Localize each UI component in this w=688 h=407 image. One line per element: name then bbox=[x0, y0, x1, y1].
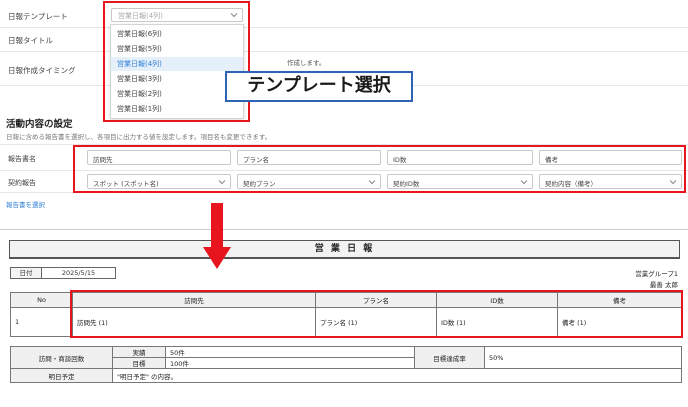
visits-label: 訪問・商談回数 bbox=[10, 346, 113, 369]
rate-label: 目標達成率 bbox=[414, 346, 485, 369]
highlight-template-box bbox=[103, 1, 250, 122]
down-arrow-icon bbox=[203, 203, 231, 269]
actual-label: 実績 bbox=[112, 346, 166, 358]
timing-label: 日報作成タイミング bbox=[8, 66, 76, 75]
report-person: 最善 太郎 bbox=[649, 281, 678, 289]
cell-no: 1 bbox=[10, 307, 73, 337]
title-label: 日報タイトル bbox=[8, 36, 53, 45]
target-value: 100件 bbox=[165, 357, 415, 369]
template-label: 日報テンプレート bbox=[8, 12, 68, 21]
col-no: No bbox=[10, 292, 73, 308]
highlight-fields-box bbox=[73, 145, 686, 193]
actual-value: 50件 bbox=[165, 346, 415, 358]
template-settings-panel: 日報テンプレート 日報タイトル 日報作成タイミング 作成します。 営業日報(4列… bbox=[0, 0, 688, 211]
highlight-report-columns-box bbox=[70, 290, 683, 338]
activity-section-title: 活動内容の設定 bbox=[6, 119, 73, 130]
plan-label: 明日予定 bbox=[10, 368, 113, 383]
timing-description: 作成します。 bbox=[287, 59, 326, 67]
report-date-value: 2025/5/15 bbox=[61, 269, 96, 277]
select-report-link[interactable]: 報告書を選択 bbox=[6, 199, 45, 209]
target-label: 目標 bbox=[112, 357, 166, 369]
contract-label: 契約報告 bbox=[8, 179, 36, 187]
activity-section-description: 日報に含める報告書を選択し、各項目に出力する値を設定します。項目名も変更できます… bbox=[6, 133, 272, 141]
callout-label: テンプレート選択 bbox=[225, 71, 413, 102]
report-date-label: 日付 bbox=[11, 268, 42, 278]
report-group: 営業グループ1 bbox=[635, 270, 678, 278]
report-date-box: 日付 2025/5/15 bbox=[10, 267, 116, 279]
report-title: 営 業 日 報 bbox=[9, 240, 680, 259]
plan-value: "明日予定" の内容。 bbox=[112, 368, 682, 383]
rate-value: 50% bbox=[484, 346, 682, 369]
stats-table: 訪問・商談回数 実績 50件 目標達成率 50% 目標 100件 明日予定 "明… bbox=[10, 346, 682, 383]
report-name-label: 報告書名 bbox=[8, 155, 36, 163]
